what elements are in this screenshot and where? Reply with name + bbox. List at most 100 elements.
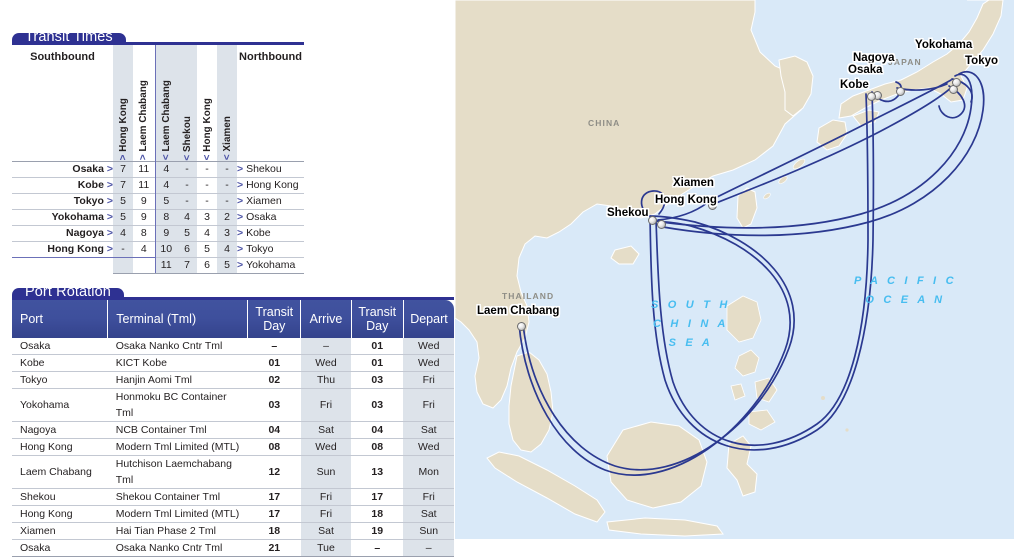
transit-day-cell: 9 — [133, 208, 155, 225]
row-arrive: Sat — [300, 522, 352, 540]
row-terminal: Hai Tian Phase 2 Tml — [107, 522, 248, 540]
row-terminal: Honmoku BC Container Tml — [107, 388, 248, 422]
map-graphic — [455, 0, 1014, 539]
row-depart-transit-day: 19 — [351, 522, 404, 540]
chevron-right-icon: > — [237, 194, 247, 207]
chevron-right-icon: > — [237, 258, 247, 271]
port-rotation-tab[interactable]: Port Rotation — [12, 285, 124, 299]
col-spacer-hong-kong-nb — [113, 45, 133, 69]
destination-text: Kobe — [246, 226, 271, 239]
transit-row-origin: Nagoya > — [12, 224, 113, 241]
transit-row-origin: Hong Kong > — [12, 240, 113, 258]
transit-day-cell: - — [197, 192, 217, 209]
row-arrive: Thu — [300, 371, 352, 389]
chevron-right-icon: > — [103, 178, 113, 191]
destination-text: Osaka — [246, 210, 277, 223]
transit-day-cell: 4 — [133, 240, 155, 258]
port-dot-nagoya — [896, 87, 905, 96]
col-header-transit-day-arrive: Transit Day — [247, 300, 301, 338]
row-arrive-transit-day: 03 — [247, 388, 301, 422]
row-port: Tokyo — [12, 371, 108, 389]
transit-row-destination: > Hong Kong — [237, 176, 304, 193]
destination-text: Shekou — [246, 162, 282, 175]
transit-day-cell: 8 — [154, 208, 177, 225]
vert-head-blank-right — [237, 69, 304, 161]
chevron-right-icon: > — [103, 210, 113, 223]
destination-text: Hong Kong — [246, 178, 299, 191]
row-port: Nagoya — [12, 421, 108, 439]
transit-times-tab[interactable]: Transit Times — [12, 30, 126, 44]
transit-day-cell: - — [197, 160, 217, 177]
transit-times-panel: Transit Times Southbound Northbound > Ho… — [12, 30, 304, 274]
row-depart-transit-day: – — [351, 539, 404, 557]
row-depart: Sun — [403, 522, 454, 540]
row-depart: Mon — [403, 455, 454, 489]
port-dot-tokyo — [952, 78, 961, 87]
transit-row-origin: Yokohama > — [12, 208, 113, 225]
transit-day-cell: - — [113, 240, 133, 258]
row-depart-transit-day: 17 — [351, 488, 404, 506]
transit-day-cell: 3 — [217, 224, 237, 241]
row-port: Hong Kong — [12, 438, 108, 456]
row-port: Osaka — [12, 539, 108, 557]
transit-day-cell: 4 — [113, 224, 133, 241]
transit-day-cell: 4 — [154, 160, 177, 177]
row-terminal: Osaka Nanko Cntr Tml — [107, 539, 248, 557]
transit-day-cell: 9 — [133, 192, 155, 209]
vert-head-blank-left — [12, 69, 113, 161]
transit-day-cell — [113, 256, 133, 274]
row-depart: Wed — [403, 338, 454, 355]
row-depart-transit-day: 01 — [351, 354, 404, 372]
transit-day-cell: - — [177, 176, 197, 193]
row-depart: – — [403, 539, 454, 557]
row-arrive: Wed — [300, 438, 352, 456]
table-row: Osaka Osaka Nanko Cntr Tml – –01 Wed — [12, 338, 454, 355]
transit-row: Hong Kong > -4 10 6 5 4 > Tokyo — [12, 240, 304, 258]
chevron-right-icon: > — [103, 194, 113, 207]
transit-day-cell: 6 — [177, 240, 197, 257]
row-arrive-transit-day: 08 — [247, 438, 301, 456]
transit-day-cell: 6 — [197, 256, 217, 274]
port-dot-kobe — [867, 92, 876, 101]
row-port: Osaka — [12, 338, 108, 355]
port-dot-hong-kong — [657, 220, 666, 229]
vert-head-text: < Xiamen — [221, 116, 233, 161]
transit-row: 11 7 6 5 > Yokohama — [12, 256, 304, 274]
origin-text: Tokyo — [73, 194, 104, 207]
row-terminal: Shekou Container Tml — [107, 488, 248, 506]
row-depart-transit-day: 04 — [351, 421, 404, 439]
row-terminal: Modern Tml Limited (MTL) — [107, 505, 248, 523]
row-arrive: Tue — [300, 539, 352, 557]
transit-day-cell: 4 — [217, 240, 237, 257]
chevron-right-icon: > — [237, 210, 247, 223]
chevron-right-icon: > — [237, 226, 247, 239]
row-depart: Sat — [403, 505, 454, 523]
table-row: Hong Kong Modern Tml Limited (MTL) 08 Wed 08… — [12, 438, 454, 456]
transit-day-cell: 4 — [177, 208, 197, 225]
chevron-right-icon: > — [103, 242, 113, 255]
vert-head-text: < Hong Kong — [201, 98, 213, 161]
row-terminal: Osaka Nanko Cntr Tml — [107, 338, 248, 355]
col-header-transit-day-depart: Transit Day — [350, 300, 404, 338]
chevron-up-icon: > — [117, 151, 129, 161]
transit-row-destination: > Tokyo — [237, 240, 304, 257]
row-depart-transit-day: 13 — [351, 455, 404, 489]
col-header-arrive: Arrive — [300, 300, 352, 338]
transit-day-cell: 8 — [133, 224, 155, 241]
port-rotation-panel: Port Rotation Port Terminal (Tml) Transi… — [12, 285, 454, 557]
origin-text: Hong Kong — [47, 242, 104, 255]
transit-day-cell: 9 — [154, 224, 177, 241]
transit-day-cell: 7 — [177, 256, 197, 274]
transit-times-table: Southbound Northbound > Hong Kong > Laem… — [12, 45, 304, 274]
row-depart: Sat — [403, 421, 454, 439]
port-rotation-table: Port Terminal (Tml) Transit Day Arrive T… — [12, 300, 454, 557]
transit-day-cell: - — [217, 176, 237, 193]
transit-row: Nagoya >4 8 9 5 4 3 > Kobe — [12, 224, 304, 241]
row-port: Yokohama — [12, 388, 108, 422]
vert-head-shekou-sb: < Shekou — [177, 69, 197, 161]
origin-text: Kobe — [77, 178, 104, 191]
vert-head-text: > Hong Kong — [117, 98, 129, 161]
vert-head-laem-chabang-nb: > Laem Chabang — [133, 69, 155, 161]
table-row: Xiamen Hai Tian Phase 2 Tml 18 Sat 19 Sun — [12, 522, 454, 540]
row-arrive-transit-day: 21 — [247, 539, 301, 557]
